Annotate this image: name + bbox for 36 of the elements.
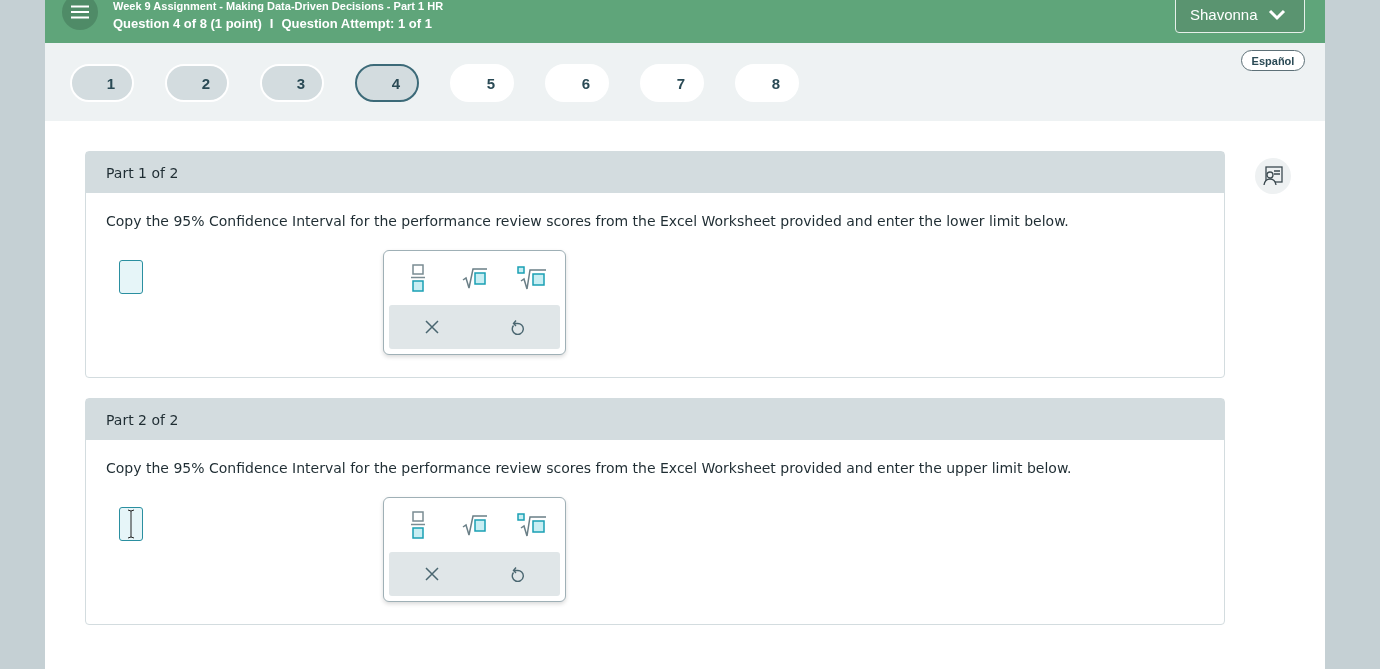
question-button[interactable]: 1 (70, 64, 134, 102)
question-prompt: Copy the 95% Confidence Interval for the performance review scores from the Excel Worksheet provided and enter the lower limit below. (106, 213, 1070, 230)
part-title: Part 2 of 2 (86, 399, 1224, 440)
question-button[interactable]: 6 (545, 64, 609, 102)
question-info: Question 4 of 8 (1 point) (113, 16, 262, 32)
square-root-icon (461, 267, 488, 289)
presenter-icon (1263, 166, 1283, 186)
question-button[interactable]: 3 (260, 64, 324, 102)
question-button[interactable]: 8 (735, 64, 799, 102)
menu-button[interactable] (62, 0, 98, 30)
nth-root-icon (516, 266, 547, 290)
assignment-title: Week 9 Assignment - Making Data-Driven Decisions - Part 1 HR (113, 0, 444, 12)
question-button[interactable]: 7 (640, 64, 704, 102)
square-root-icon (461, 514, 488, 536)
question-prompt: Copy the 95% Confidence Interval for the performance review scores from the Excel Worksheet provided and enter the upper limit below. (106, 460, 1073, 477)
attempt-info: Question Attempt: 1 of 1 (281, 16, 432, 32)
answer-box[interactable] (119, 507, 143, 541)
part-title: Part 1 of 2 (86, 152, 1224, 193)
question-button[interactable]: 4 (355, 64, 419, 102)
presenter-button[interactable] (1255, 158, 1291, 194)
clear-icon (424, 567, 439, 581)
chevron-down-icon (1267, 8, 1286, 21)
undo-icon (510, 319, 525, 335)
menu-icon (71, 5, 89, 19)
question-button[interactable]: 5 (450, 64, 514, 102)
user-menu[interactable]: Shavonna (1175, 0, 1305, 33)
language-button[interactable]: Español (1241, 50, 1305, 71)
fraction-icon (410, 264, 425, 292)
fraction-icon (410, 511, 425, 539)
question-button[interactable]: 2 (165, 64, 229, 102)
undo-icon (510, 566, 525, 582)
answer-box[interactable] (119, 260, 143, 294)
clear-icon (424, 320, 439, 334)
separator: I (269, 16, 274, 32)
nth-root-icon (516, 513, 547, 537)
text-cursor-icon (127, 509, 135, 539)
